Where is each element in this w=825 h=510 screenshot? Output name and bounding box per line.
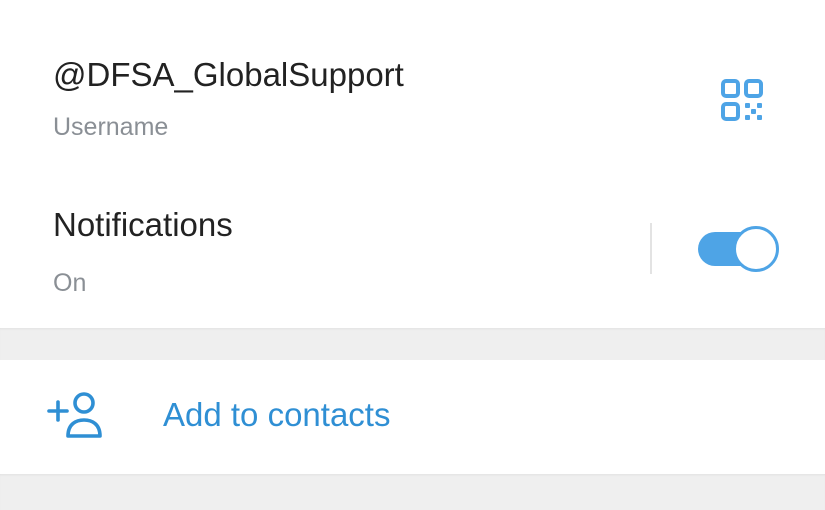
- notifications-toggle[interactable]: [698, 226, 779, 272]
- vertical-divider: [650, 223, 652, 274]
- profile-info-screen: @DFSA_GlobalSupport Username Notificatio…: [0, 0, 825, 510]
- add-user-icon: [47, 392, 102, 438]
- notifications-row[interactable]: Notifications On: [0, 170, 825, 328]
- username-row[interactable]: @DFSA_GlobalSupport Username: [0, 0, 825, 170]
- qr-code-button[interactable]: [716, 74, 768, 126]
- section-separator: [0, 328, 825, 360]
- username-value: @DFSA_GlobalSupport: [53, 56, 404, 93]
- section-separator-bottom: [0, 474, 825, 510]
- toggle-knob: [733, 226, 779, 272]
- qr-code-icon: [721, 79, 763, 121]
- username-label: Username: [53, 113, 169, 141]
- notifications-title: Notifications: [53, 206, 233, 243]
- add-to-contacts-label: Add to contacts: [163, 396, 391, 433]
- notifications-status: On: [53, 269, 87, 297]
- add-to-contacts-button[interactable]: Add to contacts: [0, 360, 825, 474]
- profile-info-section: @DFSA_GlobalSupport Username Notificatio…: [0, 0, 825, 328]
